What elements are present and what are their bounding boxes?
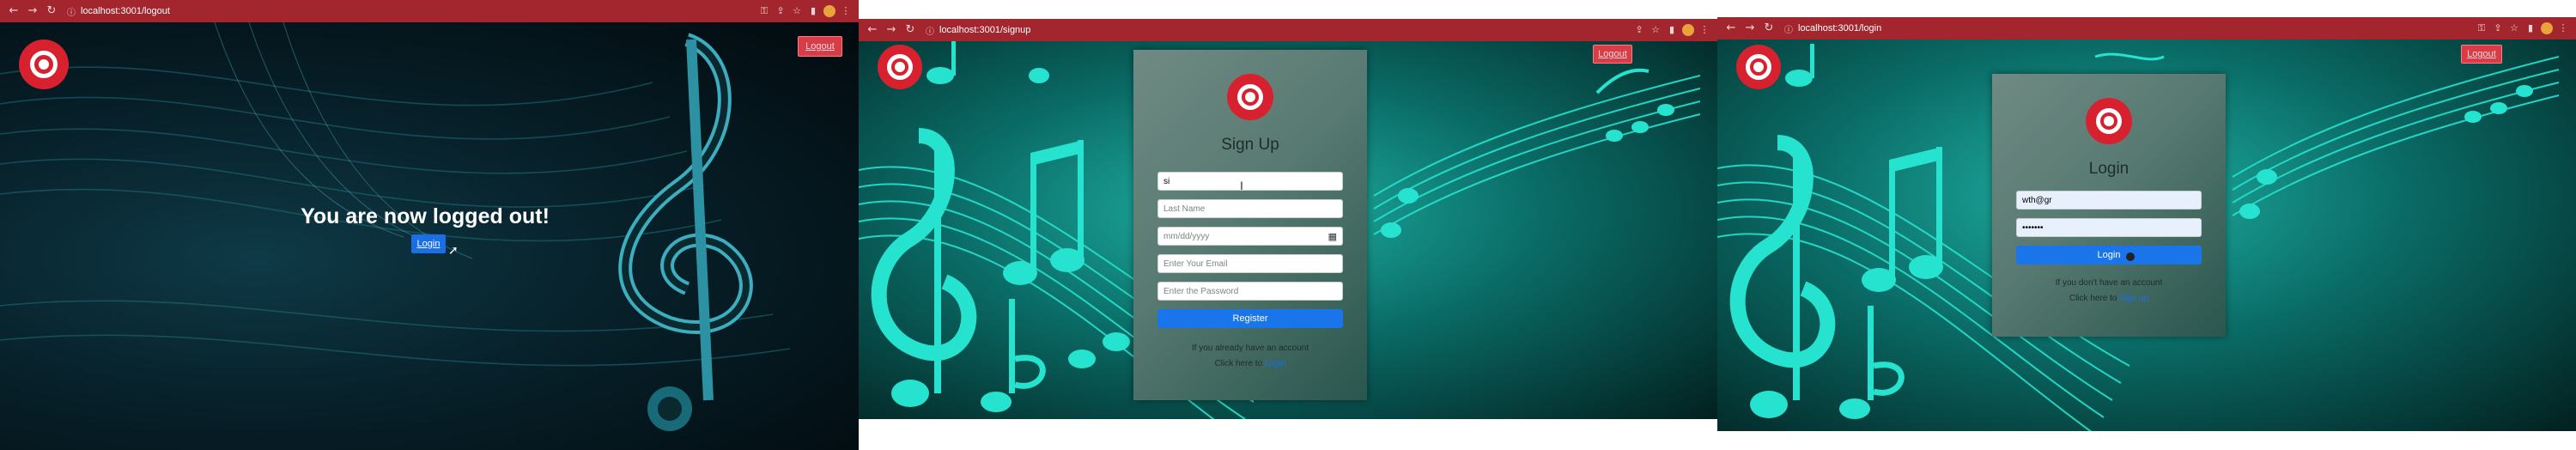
logout-button[interactable]: Logout (2461, 45, 2502, 64)
mouse-cursor: ➚ (448, 244, 459, 258)
key-icon[interactable]: ⚿ (2476, 22, 2488, 34)
address-bar[interactable]: ⓘ localhost:3001/logout (67, 3, 170, 20)
profile-avatar[interactable] (1682, 24, 1694, 36)
password-field[interactable]: ••••••• (2016, 218, 2202, 237)
signup-link-row: Click here to Sign up (1992, 294, 2226, 303)
reload-icon[interactable]: ↻ (43, 3, 60, 20)
calendar-icon[interactable]: ▦ (1328, 231, 1337, 242)
share-icon[interactable]: ⇪ (775, 5, 787, 17)
login-prompt-text: If you already have an account (1191, 344, 1309, 353)
login-link-row: Click here to Login (1133, 359, 1367, 368)
email-field[interactable]: wth@gr (2016, 191, 2202, 210)
brand-logo[interactable] (878, 45, 922, 89)
arrow-left-icon[interactable]: ← (5, 3, 22, 20)
profile-avatar[interactable] (823, 5, 835, 17)
logout-button[interactable]: Logout (798, 36, 842, 57)
date-placeholder: mm/dd/yyyy (1163, 231, 1210, 241)
brand-logo[interactable] (19, 40, 69, 89)
login-title: Login (2088, 160, 2129, 178)
arrow-right-icon[interactable]: → (1741, 20, 1759, 37)
logout-button[interactable]: Logout (1593, 45, 1632, 64)
browser-toolbar: ← → ↻ ⓘ localhost:3001/signup ⇪ ☆ ▮ ⋮ (859, 19, 1717, 41)
reload-icon[interactable]: ↻ (902, 21, 919, 39)
page-content: Logout Login wth@gr ••••••• Login If you… (1717, 40, 2576, 431)
signup-link-prefix: Click here to (2069, 294, 2117, 303)
key-icon[interactable]: ⚿ (758, 5, 770, 17)
share-icon[interactable]: ⇪ (1633, 24, 1645, 36)
site-info-icon[interactable]: ⓘ (67, 5, 76, 18)
logged-out-heading: You are now logged out! (301, 204, 550, 228)
kebab-menu-icon[interactable]: ⋮ (1698, 24, 1710, 36)
star-icon[interactable]: ☆ (2508, 22, 2520, 34)
arrow-left-icon[interactable]: ← (864, 21, 881, 39)
browser-toolbar: ← → ↻ ⓘ localhost:3001/logout ⚿ ⇪ ☆ ▮ ⋮ (0, 0, 859, 22)
page-content: Logout You are now logged out! Login ➚ (0, 22, 859, 450)
browser-window-signup: ← → ↻ ⓘ localhost:3001/signup ⇪ ☆ ▮ ⋮ Lo… (859, 19, 1717, 419)
browser-window-logout: ← → ↻ ⓘ localhost:3001/logout ⚿ ⇪ ☆ ▮ ⋮ (0, 0, 859, 450)
arrow-right-icon[interactable]: → (883, 21, 900, 39)
treble-clef-art (618, 33, 753, 431)
date-of-birth-field[interactable]: mm/dd/yyyy ▦ (1157, 227, 1343, 246)
page-content: Logout Sign Up si Last Name mm/dd/yyyy ▦… (859, 41, 1717, 419)
password-field[interactable]: Enter the Password (1157, 282, 1343, 301)
address-bar[interactable]: ⓘ localhost:3001/signup (926, 21, 1030, 39)
sidebar-icon[interactable]: ▮ (807, 5, 819, 17)
address-text: localhost:3001/logout (81, 6, 170, 16)
text-cursor-icon: I (1240, 179, 1243, 192)
login-button[interactable]: Login (411, 234, 446, 253)
share-icon[interactable]: ⇪ (2492, 22, 2504, 34)
card-logo (2086, 98, 2132, 144)
arrow-right-icon[interactable]: → (24, 3, 41, 20)
profile-avatar[interactable] (2541, 22, 2553, 34)
browser-window-login: ← → ↻ ⓘ localhost:3001/login ⚿ ⇪ ☆ ▮ ⋮ L… (1717, 17, 2576, 431)
reload-icon[interactable]: ↻ (1760, 20, 1777, 37)
signup-title: Sign Up (1221, 136, 1279, 154)
login-link-prefix: Click here to (1214, 359, 1263, 368)
arrow-left-icon[interactable]: ← (1722, 20, 1740, 37)
address-bar[interactable]: ⓘ localhost:3001/login (1784, 20, 1881, 37)
email-field[interactable]: Enter Your Email (1157, 254, 1343, 273)
login-card: Login wth@gr ••••••• Login If you don't … (1992, 74, 2226, 337)
sidebar-icon[interactable]: ▮ (1666, 24, 1678, 36)
kebab-menu-icon[interactable]: ⋮ (840, 5, 852, 17)
signup-prompt-text: If you don't have an account (2055, 278, 2163, 288)
kebab-menu-icon[interactable]: ⋮ (2557, 22, 2569, 34)
star-icon[interactable]: ☆ (791, 5, 803, 17)
card-logo (1227, 74, 1273, 120)
site-info-icon[interactable]: ⓘ (926, 24, 934, 37)
first-name-field[interactable]: si (1157, 172, 1343, 191)
login-button[interactable]: Login (2016, 246, 2202, 265)
register-button[interactable]: Register (1157, 309, 1343, 328)
address-text: localhost:3001/login (1798, 23, 1882, 33)
login-link[interactable]: Login (1265, 359, 1285, 368)
browser-toolbar: ← → ↻ ⓘ localhost:3001/login ⚿ ⇪ ☆ ▮ ⋮ (1717, 17, 2576, 40)
signup-link[interactable]: Sign up (2119, 294, 2148, 303)
site-info-icon[interactable]: ⓘ (1784, 22, 1793, 35)
mouse-cursor (2126, 252, 2135, 261)
signup-card: Sign Up si Last Name mm/dd/yyyy ▦ Enter … (1133, 50, 1367, 400)
star-icon[interactable]: ☆ (1649, 24, 1662, 36)
last-name-field[interactable]: Last Name (1157, 199, 1343, 218)
sidebar-icon[interactable]: ▮ (2524, 22, 2537, 34)
address-text: localhost:3001/signup (939, 25, 1031, 35)
brand-logo[interactable] (1736, 45, 1781, 89)
